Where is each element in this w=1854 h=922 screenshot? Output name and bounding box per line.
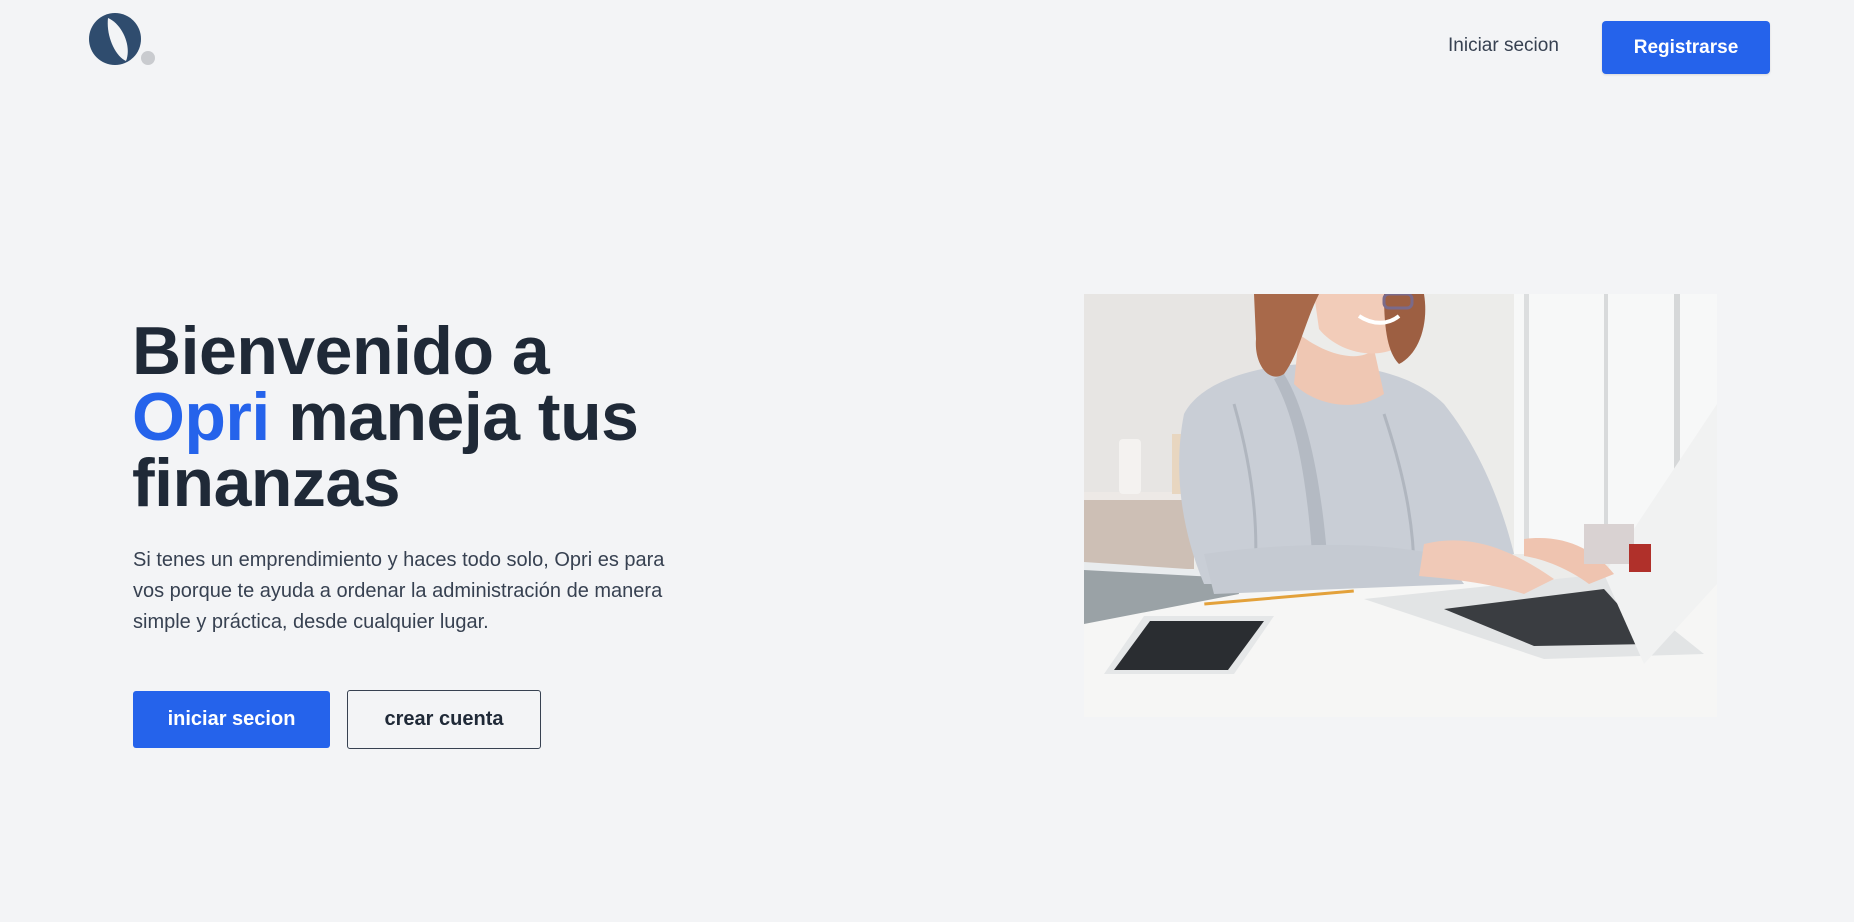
hero-title-line-3: finanzas [132, 445, 401, 521]
hero-title: Bienvenido a Opri maneja tus finanzas [132, 313, 639, 521]
hero-login-button[interactable]: iniciar secion [133, 691, 330, 748]
woman-typing-laptop-photo [1084, 294, 1717, 717]
hero-title-line-2: Opri maneja tus [132, 383, 639, 451]
hero-title-brand: Opri [132, 379, 270, 455]
site-header: Iniciar secion Registrarse [0, 0, 1854, 96]
header-register-button[interactable]: Registrarse [1602, 21, 1770, 74]
hero-title-line-1: Bienvenido a [132, 313, 550, 389]
hero-title-line-2-rest: maneja tus [269, 379, 639, 455]
opri-logo-icon[interactable] [86, 12, 158, 68]
hero-create-account-button[interactable]: crear cuenta [347, 690, 541, 749]
header-login-link[interactable]: Iniciar secion [1448, 35, 1559, 57]
hero-description: Si tenes un emprendimiento y haces todo … [133, 549, 665, 633]
landing-page: Iniciar secion Registrarse Bienvenido a … [0, 0, 1854, 922]
